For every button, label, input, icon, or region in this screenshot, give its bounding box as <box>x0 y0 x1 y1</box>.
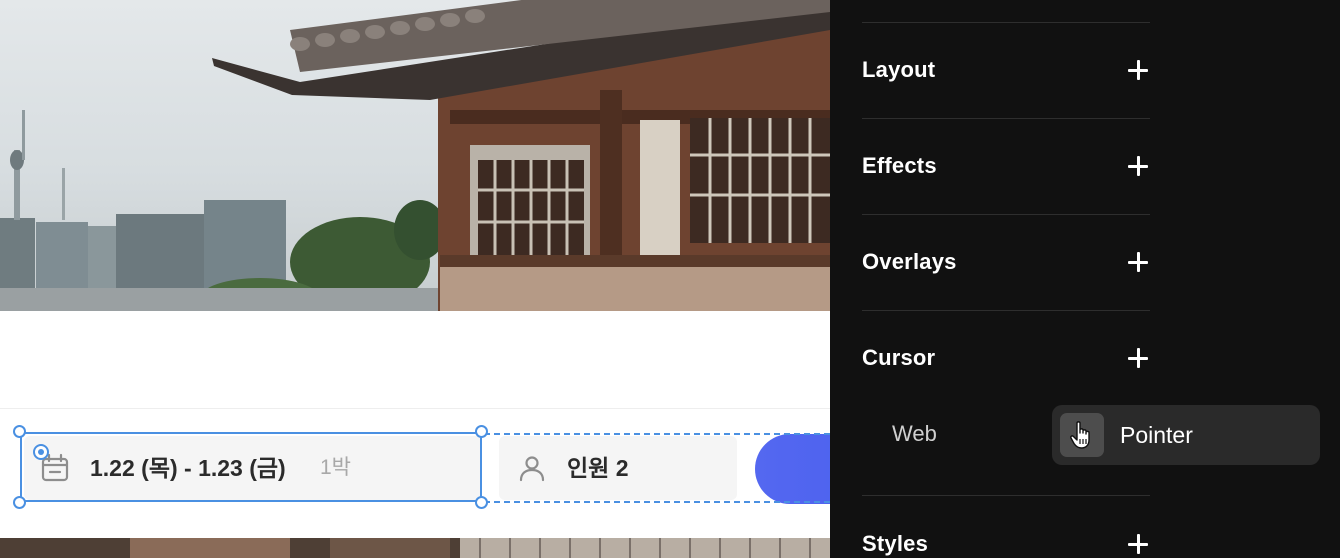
cursor-preview <box>1060 413 1104 457</box>
hero-image-hanok <box>0 0 830 311</box>
divider <box>862 310 1150 311</box>
section-styles[interactable]: Styles <box>862 522 1150 558</box>
divider <box>862 214 1150 215</box>
properties-panel: Layout Effects Overlays Cursor Web Point… <box>830 0 1340 558</box>
guest-count-text: 인원 2 <box>567 455 629 481</box>
cursor-web-label: Web <box>892 421 937 446</box>
person-icon <box>519 456 545 482</box>
section-overlays[interactable]: Overlays <box>862 240 1150 284</box>
plus-icon[interactable] <box>1128 348 1148 368</box>
bottom-image-strip <box>0 538 830 558</box>
divider <box>862 495 1150 496</box>
plus-icon[interactable] <box>1128 60 1148 80</box>
nights-count: 1박 <box>320 456 351 479</box>
resize-handle-bottom-right[interactable] <box>475 496 488 509</box>
booking-bar: 1.22 (목) - 1.23 (금) 1박 인원 2 <box>0 408 830 539</box>
divider <box>862 118 1150 119</box>
resize-handle-top-left[interactable] <box>13 425 26 438</box>
resize-handle-bottom-left[interactable] <box>13 496 26 509</box>
hanok-photo-illustration <box>0 0 830 311</box>
section-title: Styles <box>862 531 929 556</box>
roof-tiles-illustration <box>0 538 830 558</box>
section-cursor[interactable]: Cursor <box>862 336 1150 380</box>
design-canvas[interactable]: 1.22 (목) - 1.23 (금) 1박 인원 2 <box>0 0 830 558</box>
origin-anchor-icon[interactable] <box>33 444 49 460</box>
plus-icon[interactable] <box>1128 156 1148 176</box>
date-range-text: 1.22 (목) - 1.23 (금) <box>90 455 286 481</box>
resize-handle-top-right[interactable] <box>475 425 488 438</box>
section-layout[interactable]: Layout <box>862 48 1150 92</box>
section-title: Layout <box>862 57 936 82</box>
cursor-type-select[interactable]: Pointer <box>1052 405 1320 465</box>
section-title: Cursor <box>862 345 936 370</box>
cursor-type-value: Pointer <box>1120 422 1193 448</box>
guest-count-field[interactable]: 인원 2 <box>499 436 737 500</box>
plus-icon[interactable] <box>1128 252 1148 272</box>
section-title: Overlays <box>862 249 957 274</box>
section-effects[interactable]: Effects <box>862 144 1150 188</box>
app-window: 1.22 (목) - 1.23 (금) 1박 인원 2 Layout Effec… <box>0 0 1340 558</box>
hand-pointer-icon <box>1070 421 1090 449</box>
date-range-field[interactable]: 1.22 (목) - 1.23 (금) 1박 <box>24 436 482 500</box>
divider <box>862 22 1150 23</box>
plus-icon[interactable] <box>1128 534 1148 554</box>
section-title: Effects <box>862 153 937 178</box>
search-button[interactable] <box>755 434 830 504</box>
